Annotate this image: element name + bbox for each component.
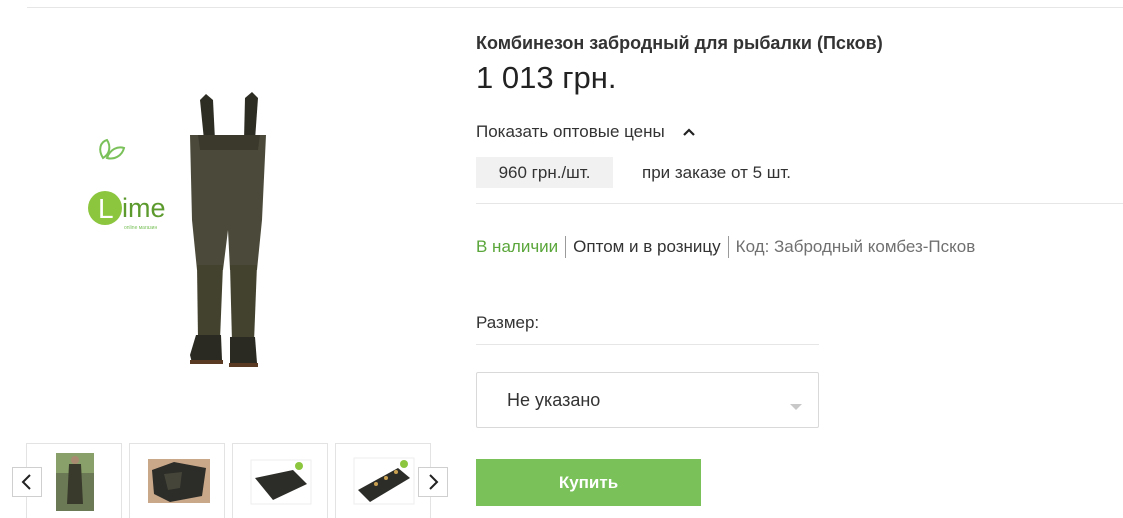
thumbnail-3[interactable] (232, 443, 328, 518)
thumbnail-4[interactable] (335, 443, 431, 518)
wader-image (190, 92, 266, 367)
size-label: Размер: (476, 313, 540, 332)
product-main-image[interactable]: L ime online магазин (80, 80, 330, 380)
gallery-next-button[interactable] (418, 467, 448, 497)
size-divider (476, 344, 819, 345)
product-page: L ime online магазин Комбинезон забродны… (0, 0, 1123, 518)
wholesale-price-badge: 960 грн./шт. (476, 157, 613, 188)
chevron-left-icon (21, 474, 31, 490)
availability-status: В наличии (476, 237, 559, 256)
logo-text: ime (122, 193, 166, 223)
status-separator (565, 236, 567, 258)
product-title: Комбинезон забродный для рыбалки (Псков) (476, 33, 883, 53)
chevron-right-icon (429, 474, 439, 490)
logo-letter: L (98, 193, 114, 224)
info-divider (476, 203, 1123, 204)
thumbnail-strip (26, 443, 436, 518)
thumbnail-2[interactable] (129, 443, 225, 518)
top-divider (27, 7, 1123, 8)
gallery-prev-button[interactable] (12, 467, 42, 497)
lime-logo: L ime online магазин (88, 138, 166, 231)
sale-type: Оптом и в розницу (573, 237, 721, 256)
logo-subtext: online магазин (124, 225, 157, 231)
size-select-value: Не указано (507, 390, 601, 410)
status-separator (727, 236, 729, 258)
product-price: 1 013 грн. (476, 60, 617, 95)
wholesale-toggle-label: Показать оптовые цены (476, 122, 665, 141)
product-status-line: В наличии Оптом и в розницу Код: Забродн… (476, 236, 975, 258)
wholesale-prices-toggle[interactable]: Показать оптовые цены (476, 121, 696, 143)
wholesale-condition: при заказе от 5 шт. (642, 163, 792, 182)
caret-down-icon (790, 398, 802, 416)
size-select[interactable]: Не указано (476, 372, 819, 428)
buy-button[interactable]: Купить (476, 459, 701, 506)
product-code: Код: Забродный комбез-Псков (735, 237, 976, 256)
chevron-up-icon (683, 121, 696, 141)
